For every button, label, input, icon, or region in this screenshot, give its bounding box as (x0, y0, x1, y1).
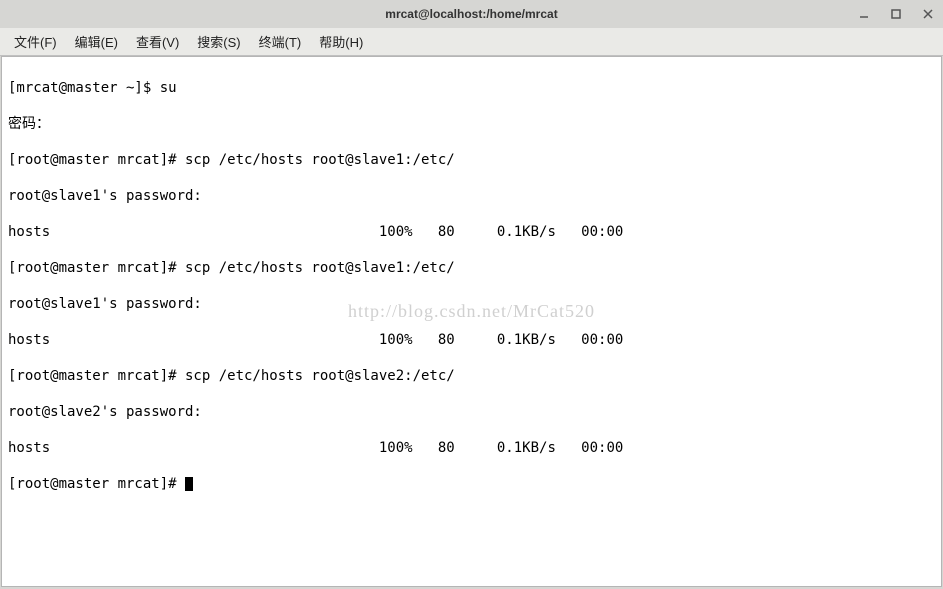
maximize-button[interactable] (889, 7, 903, 21)
terminal-prompt: [root@master mrcat]# (8, 476, 185, 492)
terminal-line: 密码： (8, 115, 935, 133)
window-title: mrcat@localhost:/home/mrcat (385, 7, 557, 21)
terminal-line: root@slave2's password: (8, 403, 935, 421)
menu-search[interactable]: 搜索(S) (189, 29, 248, 54)
terminal-prompt-line: [root@master mrcat]# (8, 475, 935, 493)
menu-edit[interactable]: 编辑(E) (67, 29, 126, 54)
titlebar: mrcat@localhost:/home/mrcat (0, 0, 943, 28)
menubar: 文件(F) 编辑(E) 查看(V) 搜索(S) 终端(T) 帮助(H) (0, 28, 943, 56)
terminal-line: root@slave1's password: (8, 295, 935, 313)
terminal-line: [root@master mrcat]# scp /etc/hosts root… (8, 259, 935, 277)
minimize-button[interactable] (857, 7, 871, 21)
cursor-icon (185, 477, 193, 491)
terminal-line: hosts 100% 80 0.1KB/s 00:00 (8, 439, 935, 457)
menu-help[interactable]: 帮助(H) (311, 29, 371, 54)
window-controls (857, 0, 935, 28)
close-button[interactable] (921, 7, 935, 21)
terminal-output[interactable]: [mrcat@master ~]$ su 密码： [root@master mr… (1, 56, 942, 587)
terminal-line: [root@master mrcat]# scp /etc/hosts root… (8, 151, 935, 169)
menu-file[interactable]: 文件(F) (6, 29, 65, 54)
menu-terminal[interactable]: 终端(T) (251, 29, 310, 54)
terminal-line: [mrcat@master ~]$ su (8, 79, 935, 97)
terminal-line: root@slave1's password: (8, 187, 935, 205)
terminal-line: hosts 100% 80 0.1KB/s 00:00 (8, 223, 935, 241)
terminal-line: [root@master mrcat]# scp /etc/hosts root… (8, 367, 935, 385)
menu-view[interactable]: 查看(V) (128, 29, 187, 54)
terminal-line: hosts 100% 80 0.1KB/s 00:00 (8, 331, 935, 349)
